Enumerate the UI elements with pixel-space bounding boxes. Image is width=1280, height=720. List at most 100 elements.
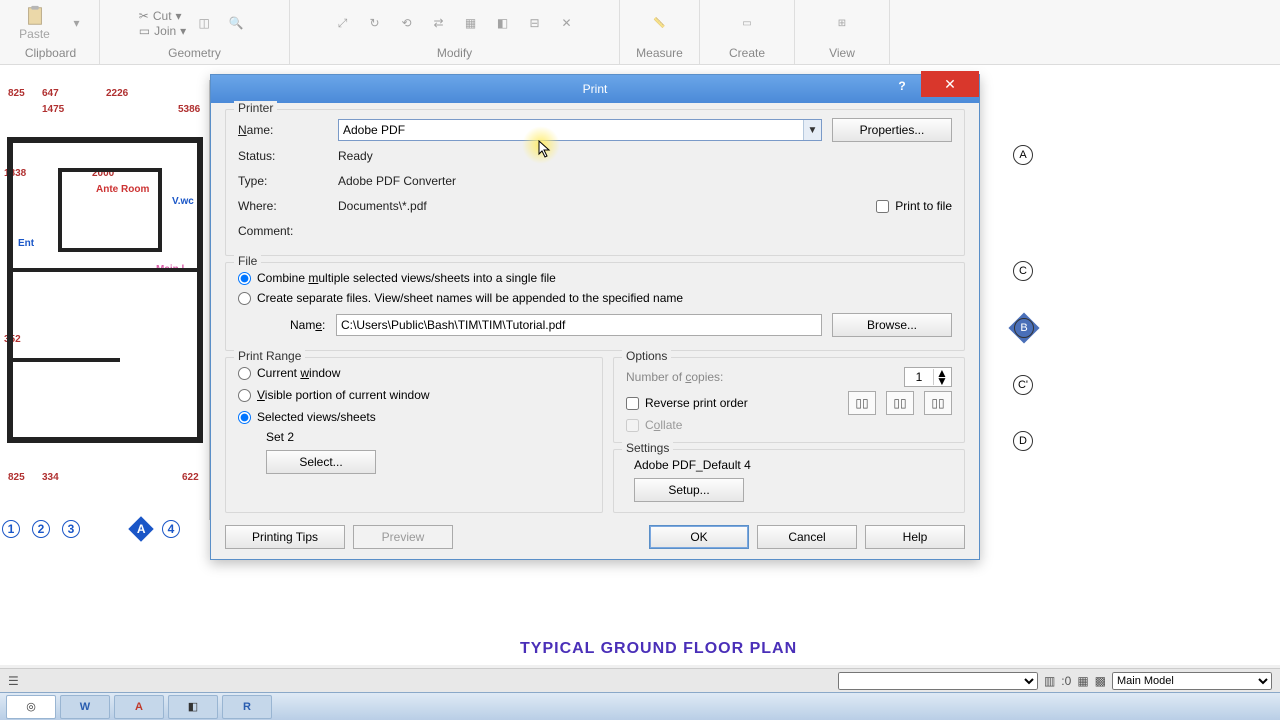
status-bar: ☰ ▥ :0 ▦ ▩ Main Model — [0, 668, 1280, 692]
printer-name-value: Adobe PDF — [343, 123, 405, 137]
printer-group: Printer Name: Adobe PDF ▼ Properties... … — [225, 109, 965, 256]
print-range-title: Print Range — [234, 349, 305, 363]
combine-radio[interactable]: Combine multiple selected views/sheets i… — [238, 271, 952, 285]
measure-button[interactable]: 📏 — [636, 3, 684, 43]
modify-btn-3[interactable]: ⟲ — [393, 9, 421, 37]
selected-views-radio[interactable]: Selected views/sheets — [238, 410, 590, 424]
chevron-down-icon[interactable]: ▼ — [803, 120, 821, 140]
dim-825a: 825 — [8, 88, 25, 99]
browse-button[interactable]: Browse... — [832, 313, 952, 337]
properties-button[interactable]: Properties... — [832, 118, 952, 142]
file-group-title: File — [234, 254, 261, 268]
modify-btn-2[interactable]: ↻ — [361, 9, 389, 37]
status-label: Status: — [238, 149, 338, 163]
print-to-file-checkbox[interactable]: Print to file — [876, 199, 952, 213]
file-name-input[interactable] — [336, 314, 822, 336]
floor-plan: 825 647 2226 1475 5386 1838 2000 352 825… — [0, 80, 210, 520]
grid-D: D — [1013, 431, 1033, 451]
settings-group: Settings Adobe PDF_Default 4 Setup... — [613, 449, 965, 513]
geometry-extra-2[interactable]: 🔍 — [222, 9, 250, 37]
modify-btn-1[interactable]: ⤢ — [329, 9, 357, 37]
visible-portion-radio[interactable]: Visible portion of current window — [238, 388, 590, 402]
dim-334: 334 — [42, 472, 59, 483]
zoom-value: :0 — [1061, 674, 1071, 688]
create-button[interactable]: ▭ — [723, 3, 771, 43]
grid-B-diamond: B — [1008, 312, 1039, 343]
grid-4: 4 — [162, 520, 180, 538]
options-group: Options Number of copies: ▲▼ Reverse pri… — [613, 357, 965, 443]
taskbar: ◎ W A ◧ R — [0, 692, 1280, 720]
grid-Cprime: C' — [1013, 375, 1033, 395]
view-toggle-2[interactable]: ▩ — [1095, 674, 1106, 688]
setup-button[interactable]: Setup... — [634, 478, 744, 502]
where-value: Documents\*.pdf — [338, 199, 427, 213]
set-name: Set 2 — [238, 430, 590, 444]
help-button[interactable]: Help — [865, 525, 965, 549]
select-button[interactable]: Select... — [266, 450, 376, 474]
copies-label: Number of copies: — [626, 370, 904, 384]
grid-A: A — [1013, 145, 1033, 165]
dim-647: 647 — [42, 88, 59, 99]
taskbar-revit[interactable]: R — [222, 695, 272, 719]
close-button[interactable]: ✕ — [921, 71, 979, 97]
geometry-group-label: Geometry — [168, 44, 221, 62]
grid-1: 1 — [2, 520, 20, 538]
status-combo-1[interactable] — [838, 672, 1038, 690]
clipboard-small-button[interactable]: ▾ — [63, 9, 91, 37]
taskbar-app4[interactable]: ◧ — [168, 695, 218, 719]
paste-label: Paste — [19, 27, 50, 41]
dialog-title: Print — [583, 82, 608, 96]
type-value: Adobe PDF Converter — [338, 174, 456, 188]
drawing-title: TYPICAL GROUND FLOOR PLAN — [520, 640, 797, 658]
comment-label: Comment: — [238, 224, 338, 238]
help-icon[interactable]: ? — [887, 75, 917, 97]
paste-button[interactable]: Paste — [11, 3, 59, 43]
dialog-titlebar[interactable]: Print ? ✕ — [211, 75, 979, 103]
preview-button: Preview — [353, 525, 453, 549]
measure-group-label: Measure — [636, 44, 683, 62]
view-toggle-1[interactable]: ▦ — [1077, 674, 1088, 688]
file-name-label: Name: — [290, 318, 336, 332]
modify-btn-8[interactable]: ✕ — [553, 9, 581, 37]
right-grid-bubbles: A C B C' D — [1013, 145, 1035, 451]
cancel-button[interactable]: Cancel — [757, 525, 857, 549]
grid-A-diamond: A — [128, 516, 153, 541]
dialog-footer: Printing Tips Preview OK Cancel Help — [225, 525, 965, 549]
copies-value[interactable] — [905, 370, 933, 384]
type-label: Type: — [238, 174, 338, 188]
settings-title: Settings — [622, 441, 673, 455]
ribbon: Paste ▾ Clipboard ✂ Cut ▾ ▭ Join ▾ ◫ 🔍 G… — [0, 0, 1280, 65]
geometry-extra-1[interactable]: ◫ — [190, 9, 218, 37]
spin-down-icon[interactable]: ▼ — [936, 377, 948, 385]
copies-spinner[interactable]: ▲▼ — [904, 367, 952, 387]
filter-icon[interactable]: ▥ — [1044, 674, 1055, 688]
collate-icon-1: ▯▯ — [848, 391, 876, 415]
main-model-combo[interactable]: Main Model — [1112, 672, 1272, 690]
separate-radio[interactable]: Create separate files. View/sheet names … — [238, 291, 952, 305]
ok-button[interactable]: OK — [649, 525, 749, 549]
modify-btn-4[interactable]: ⇄ — [425, 9, 453, 37]
file-group: File Combine multiple selected views/she… — [225, 262, 965, 351]
dim-1475: 1475 — [42, 104, 64, 115]
status-value: Ready — [338, 149, 373, 163]
reverse-print-checkbox[interactable]: Reverse print order — [626, 396, 748, 410]
taskbar-chrome[interactable]: ◎ — [6, 695, 56, 719]
grid-2: 2 — [32, 520, 50, 538]
printer-name-combo[interactable]: Adobe PDF ▼ — [338, 119, 822, 141]
options-title: Options — [622, 349, 671, 363]
modify-btn-6[interactable]: ◧ — [489, 9, 517, 37]
print-range-group: Print Range Current window Visible porti… — [225, 357, 603, 513]
current-window-radio[interactable]: Current window — [238, 366, 590, 380]
view-button[interactable]: ⊞ — [818, 3, 866, 43]
printer-name-label: Name: — [238, 123, 338, 137]
grid-C: C — [1013, 261, 1033, 281]
taskbar-word[interactable]: W — [60, 695, 110, 719]
modify-btn-5[interactable]: ▦ — [457, 9, 485, 37]
join-geometry-button[interactable]: ▭ Join ▾ — [139, 24, 186, 38]
taskbar-autocad[interactable]: A — [114, 695, 164, 719]
cut-geometry-button[interactable]: ✂ Cut ▾ — [139, 9, 186, 23]
collate-checkbox: Collate — [626, 418, 952, 432]
printing-tips-button[interactable]: Printing Tips — [225, 525, 345, 549]
modify-btn-7[interactable]: ⊟ — [521, 9, 549, 37]
clipboard-group-label: Clipboard — [25, 44, 76, 62]
